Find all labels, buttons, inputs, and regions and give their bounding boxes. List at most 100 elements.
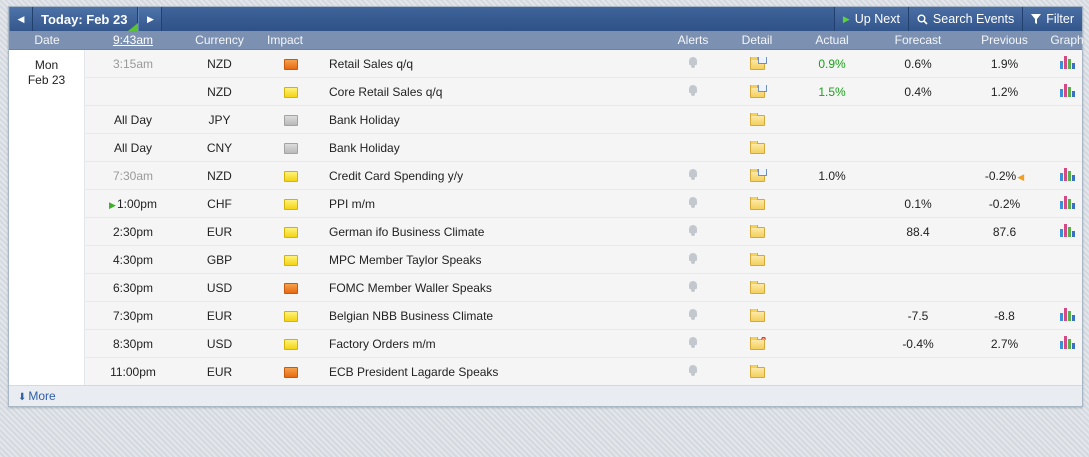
alert-cell[interactable] (659, 196, 727, 211)
bar-chart-icon[interactable] (1059, 223, 1075, 237)
event-title[interactable]: FOMC Member Waller Speaks (324, 281, 659, 295)
event-row[interactable]: NZD Core Retail Sales q/q 1.5% 0.4% 1.2% (85, 78, 1082, 106)
graph-cell[interactable] (1050, 335, 1084, 352)
impact-cell[interactable] (258, 337, 324, 351)
bell-icon[interactable] (688, 224, 698, 236)
impact-cell[interactable] (258, 57, 324, 71)
today-button[interactable]: Today: Feb 23 (33, 7, 139, 31)
detail-folder-icon[interactable] (749, 168, 767, 182)
alert-cell[interactable] (659, 84, 727, 99)
filter-button[interactable]: Filter (1022, 7, 1082, 31)
search-events-button[interactable]: Search Events (907, 7, 1023, 31)
event-title[interactable]: PPI m/m (324, 197, 659, 211)
alert-cell[interactable] (659, 168, 727, 183)
header-time[interactable]: 9:43am (85, 33, 181, 47)
event-row[interactable]: ▶1:00pm CHF PPI m/m 0.1% -0.2% (85, 190, 1082, 218)
detail-cell[interactable] (727, 196, 787, 211)
event-title[interactable]: Bank Holiday (324, 141, 659, 155)
graph-cell[interactable] (1050, 307, 1084, 324)
event-row[interactable]: 7:30pm EUR Belgian NBB Business Climate -7.… (85, 302, 1082, 330)
alert-cell[interactable] (659, 308, 727, 323)
event-row[interactable]: 2:30pm EUR German ifo Business Climate 88.4… (85, 218, 1082, 246)
bell-icon[interactable] (688, 56, 698, 68)
detail-folder-icon[interactable] (749, 308, 765, 322)
bell-icon[interactable] (688, 252, 698, 264)
detail-folder-icon[interactable] (749, 140, 765, 154)
event-title[interactable]: Retail Sales q/q (324, 57, 659, 71)
detail-folder-icon[interactable] (749, 84, 767, 98)
detail-folder-icon[interactable] (749, 252, 765, 266)
detail-folder-icon[interactable] (749, 56, 767, 70)
impact-medium-icon[interactable] (284, 226, 298, 238)
event-title[interactable]: Bank Holiday (324, 113, 659, 127)
event-row[interactable]: 11:00pm EUR ECB President Lagarde Speaks (85, 358, 1082, 386)
bar-chart-icon[interactable] (1059, 167, 1075, 181)
impact-cell[interactable] (258, 365, 324, 379)
detail-folder-icon[interactable] (749, 112, 765, 126)
impact-medium-icon[interactable] (284, 310, 298, 322)
alert-cell[interactable] (659, 56, 727, 71)
impact-high-icon[interactable] (284, 58, 298, 70)
impact-holiday-icon[interactable] (284, 114, 298, 126)
alert-cell[interactable] (659, 336, 727, 351)
impact-medium-icon[interactable] (284, 198, 298, 210)
impact-cell[interactable] (258, 253, 324, 267)
impact-cell[interactable] (258, 225, 324, 239)
event-title[interactable]: MPC Member Taylor Speaks (324, 253, 659, 267)
impact-medium-icon[interactable] (284, 254, 298, 266)
impact-cell[interactable] (258, 169, 324, 183)
bar-chart-icon[interactable] (1059, 335, 1075, 349)
event-row[interactable]: 4:30pm GBP MPC Member Taylor Speaks (85, 246, 1082, 274)
prev-day-button[interactable]: ◀ (9, 7, 33, 31)
bell-icon[interactable] (688, 84, 698, 96)
impact-cell[interactable] (258, 309, 324, 323)
detail-cell[interactable] (727, 364, 787, 379)
impact-high-icon[interactable] (284, 366, 298, 378)
impact-high-icon[interactable] (284, 282, 298, 294)
bar-chart-icon[interactable] (1059, 307, 1075, 321)
next-day-button[interactable]: ▶ (138, 7, 163, 31)
bar-chart-icon[interactable] (1059, 83, 1075, 97)
graph-cell[interactable] (1050, 223, 1084, 240)
detail-cell[interactable] (727, 252, 787, 267)
graph-cell[interactable] (1050, 55, 1084, 72)
revised-arrow-icon[interactable]: ◀ (1017, 172, 1024, 182)
event-row[interactable]: 6:30pm USD FOMC Member Waller Speaks (85, 274, 1082, 302)
event-title[interactable]: Core Retail Sales q/q (324, 85, 659, 99)
alert-cell[interactable] (659, 364, 727, 379)
event-row[interactable]: 8:30pm USD Factory Orders m/m ★ -0.4% 2.7% (85, 330, 1082, 358)
bell-icon[interactable] (688, 280, 698, 292)
impact-medium-icon[interactable] (284, 338, 298, 350)
event-row[interactable]: All Day JPY Bank Holiday (85, 106, 1082, 134)
detail-folder-icon[interactable] (749, 196, 765, 210)
more-link[interactable]: ⬇ More (18, 389, 56, 403)
event-title[interactable]: Factory Orders m/m (324, 337, 659, 351)
impact-cell[interactable] (258, 141, 324, 155)
impact-cell[interactable] (258, 113, 324, 127)
detail-cell[interactable] (727, 168, 787, 183)
alert-cell[interactable] (659, 252, 727, 267)
impact-cell[interactable] (258, 281, 324, 295)
detail-folder-icon[interactable] (749, 224, 765, 238)
event-title[interactable]: Credit Card Spending y/y (324, 169, 659, 183)
detail-cell[interactable] (727, 280, 787, 295)
bell-icon[interactable] (688, 336, 698, 348)
event-row[interactable]: 3:15am NZD Retail Sales q/q 0.9% 0.6% 1.9% (85, 50, 1082, 78)
bell-icon[interactable] (688, 196, 698, 208)
bar-chart-icon[interactable] (1059, 55, 1075, 69)
graph-cell[interactable] (1050, 83, 1084, 100)
detail-cell[interactable] (727, 140, 787, 155)
alert-cell[interactable] (659, 280, 727, 295)
detail-folder-icon[interactable]: ★ (749, 336, 769, 350)
event-title[interactable]: German ifo Business Climate (324, 225, 659, 239)
event-row[interactable]: 7:30am NZD Credit Card Spending y/y 1.0% -0.… (85, 162, 1082, 190)
up-next-button[interactable]: ▶ Up Next (833, 7, 908, 31)
alert-cell[interactable] (659, 224, 727, 239)
impact-medium-icon[interactable] (284, 86, 298, 98)
detail-cell[interactable] (727, 224, 787, 239)
event-title[interactable]: ECB President Lagarde Speaks (324, 365, 659, 379)
bell-icon[interactable] (688, 308, 698, 320)
event-row[interactable]: All Day CNY Bank Holiday (85, 134, 1082, 162)
event-title[interactable]: Belgian NBB Business Climate (324, 309, 659, 323)
graph-cell[interactable] (1050, 195, 1084, 212)
